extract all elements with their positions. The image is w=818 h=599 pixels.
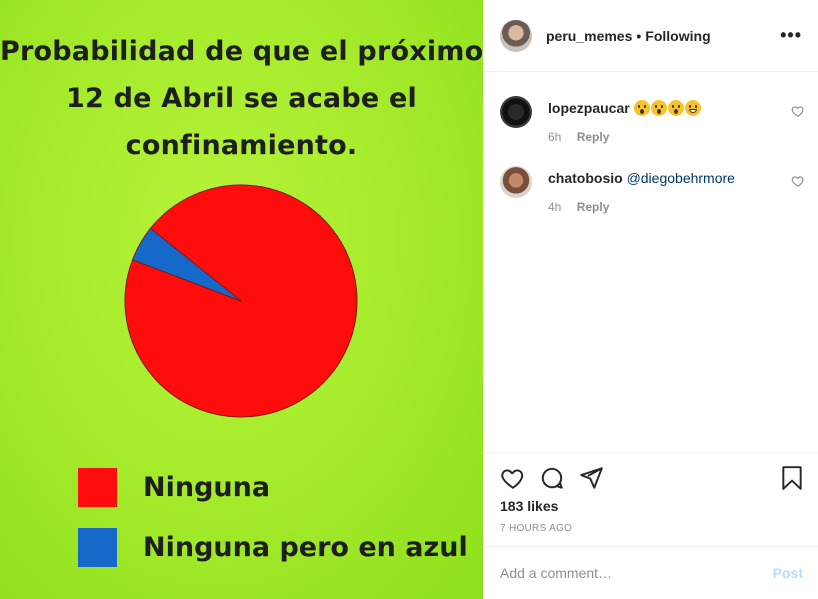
instagram-post: Probabilidad de que el próximo 12 de Abr…	[0, 0, 818, 599]
comment-item: lopezpaucar 6h Reply	[500, 96, 805, 146]
add-comment-bar: Post	[484, 546, 818, 599]
comments-list: lopezpaucar 6h Reply chatobosio @diegobe…	[484, 72, 818, 452]
following-button[interactable]: Following	[645, 28, 710, 44]
avatar[interactable]	[500, 166, 532, 198]
astonished-face-icon	[633, 100, 650, 116]
comment-like-heart-icon[interactable]	[791, 174, 805, 188]
comment-time[interactable]: 4h	[548, 200, 561, 214]
legend-item-ninguna-azul: Ninguna pero en azul	[78, 528, 468, 567]
post-header: peru_memes • Following •••	[484, 0, 818, 72]
comment-item: chatobosio @diegobehrmore 4h Reply	[500, 166, 805, 216]
post-image[interactable]: Probabilidad de que el próximo 12 de Abr…	[0, 0, 483, 599]
post-timestamp[interactable]: 7 HOURS AGO	[500, 523, 572, 534]
pie-chart	[124, 184, 358, 418]
legend-label: Ninguna	[143, 472, 271, 503]
meme-title-line: Probabilidad de que el próximo	[0, 36, 483, 67]
astonished-face-icon	[650, 100, 667, 116]
more-options-icon[interactable]: •••	[780, 25, 802, 46]
share-icon[interactable]	[578, 465, 604, 491]
add-comment-input[interactable]	[500, 565, 773, 581]
legend-swatch-blue	[78, 528, 117, 567]
post-sidebar: peru_memes • Following ••• lopezpaucar 6…	[483, 0, 818, 599]
username-link[interactable]: peru_memes	[546, 28, 632, 44]
meme-title-line: 12 de Abril se acabe el	[66, 83, 417, 114]
comment-icon[interactable]	[539, 465, 565, 491]
grinning-face-icon	[684, 100, 701, 116]
avatar[interactable]	[500, 19, 532, 52]
comment-like-heart-icon[interactable]	[791, 104, 805, 118]
comment-time[interactable]: 6h	[548, 130, 561, 144]
comment-emojis	[633, 100, 702, 116]
comment-username[interactable]: chatobosio	[548, 170, 623, 186]
legend-item-ninguna: Ninguna	[78, 468, 270, 507]
meme-title-line: confinamiento.	[125, 130, 358, 161]
comment-username[interactable]: lopezpaucar	[548, 100, 630, 116]
separator-dot: •	[636, 27, 642, 44]
meme-title: Probabilidad de que el próximo 12 de Abr…	[0, 28, 483, 169]
astonished-face-icon	[667, 100, 684, 116]
avatar[interactable]	[500, 96, 532, 128]
bookmark-icon[interactable]	[779, 465, 805, 491]
reply-button[interactable]: Reply	[577, 200, 610, 214]
likes-count[interactable]: 183 likes	[500, 498, 558, 514]
post-actions: 183 likes 7 HOURS AGO	[484, 452, 818, 534]
legend-label: Ninguna pero en azul	[143, 532, 468, 563]
legend-swatch-red	[78, 468, 117, 507]
heart-icon[interactable]	[500, 465, 526, 491]
reply-button[interactable]: Reply	[577, 130, 610, 144]
comment-mention-link[interactable]: @diegobehrmore	[627, 170, 735, 186]
post-button[interactable]: Post	[773, 565, 803, 581]
